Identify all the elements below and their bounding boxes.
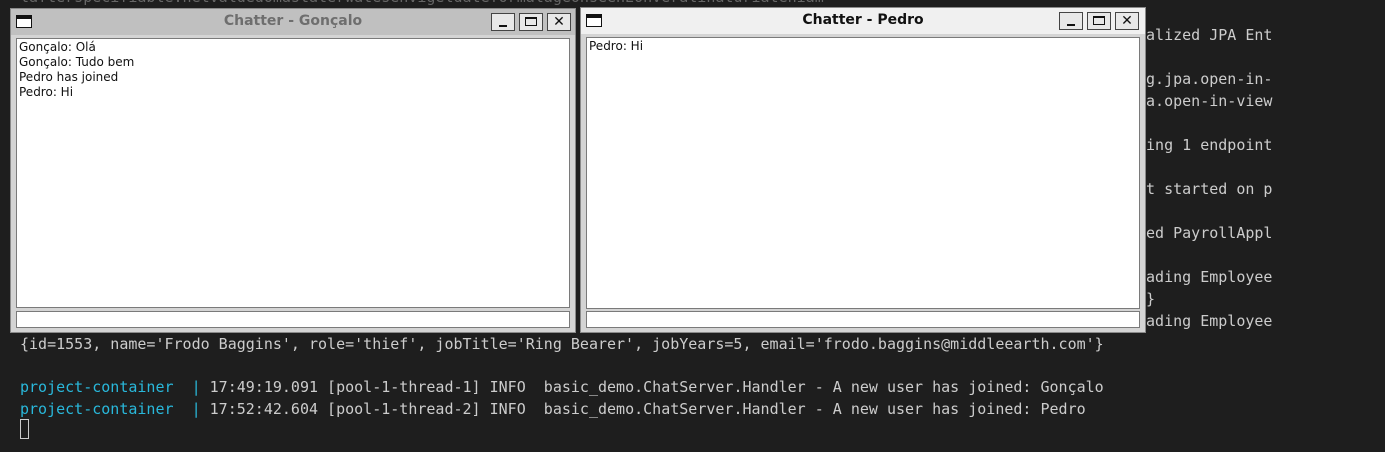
minimize-button[interactable] <box>1059 12 1083 30</box>
chat-message: Pedro has joined <box>19 70 119 84</box>
maximize-button[interactable] <box>519 13 543 31</box>
maximize-button[interactable] <box>1087 12 1111 30</box>
terminal-line: ted PayrollAppl <box>1137 224 1273 242</box>
window-titlebar[interactable]: Chatter - Pedro ✕ <box>581 8 1145 34</box>
log-container-name: project-container <box>20 378 174 396</box>
terminal-line: ng.jpa.open-in- <box>1137 70 1273 88</box>
log-separator: | <box>191 378 201 396</box>
window-titlebar[interactable]: Chatter - Gonçalo ✕ <box>11 9 575 35</box>
log-text: 17:52:42.604 [pool-1-thread-2] INFO basi… <box>200 400 1086 418</box>
terminal-line: oading Employee <box>1137 312 1273 330</box>
minimize-button[interactable] <box>491 13 515 31</box>
chatter-window-pedro[interactable]: Chatter - Pedro ✕ Pedro: Hi <box>580 7 1146 333</box>
terminal-line: at started on p <box>1137 180 1273 198</box>
chat-message: Pedro: Hi <box>589 39 644 53</box>
terminal-line: oading Employee <box>1137 268 1273 286</box>
terminal-cursor <box>20 419 29 439</box>
message-input[interactable] <box>586 311 1140 328</box>
message-input[interactable] <box>16 311 570 328</box>
close-button[interactable]: ✕ <box>547 13 571 31</box>
terminal-log-line: project-container | 17:52:42.604 [pool-1… <box>20 398 1086 420</box>
chat-message: Gonçalo: Tudo bem <box>19 55 135 69</box>
terminal-log-line: project-container | 17:49:19.091 [pool-1… <box>20 376 1104 398</box>
chat-messages-area[interactable]: Pedro: Hi <box>586 37 1140 309</box>
terminal-line: sing 1 endpoint <box>1137 136 1273 154</box>
chat-message: Pedro: Hi <box>19 85 74 99</box>
chat-message: Gonçalo: Olá <box>19 40 96 54</box>
chat-messages-area[interactable]: Gonçalo: Olá Gonçalo: Tudo bem Pedro has… <box>16 38 570 308</box>
terminal-line: } <box>1146 290 1156 308</box>
terminal-line: ialized JPA Ent <box>1137 26 1273 44</box>
terminal-line: pa.open-in-view <box>1137 92 1273 110</box>
close-button[interactable]: ✕ <box>1115 12 1139 30</box>
chatter-window-goncalo[interactable]: Chatter - Gonçalo ✕ Gonçalo: Olá Gonçalo… <box>10 8 576 333</box>
log-container-name: project-container <box>20 400 174 418</box>
log-text: 17:49:19.091 [pool-1-thread-1] INFO basi… <box>200 378 1104 396</box>
terminal-employee-line: {id=1553, name='Frodo Baggins', role='th… <box>20 335 1104 353</box>
log-separator: | <box>191 400 201 418</box>
